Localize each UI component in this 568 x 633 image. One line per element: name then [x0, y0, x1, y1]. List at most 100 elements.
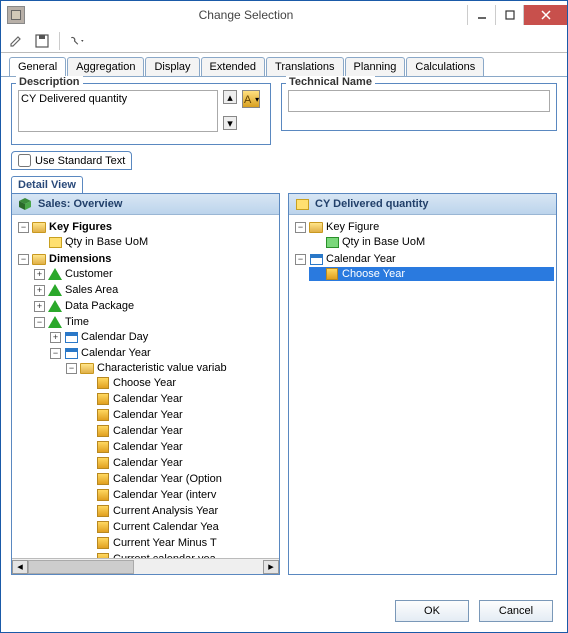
tab-strip: General Aggregation Display Extended Tra…	[1, 53, 567, 76]
date-icon	[65, 348, 78, 359]
tree-node-variable[interactable]: Calendar Year (Option	[113, 473, 222, 485]
source-pane-title: Sales: Overview	[38, 198, 122, 210]
tab-calculations[interactable]: Calculations	[406, 57, 484, 76]
ok-label: OK	[424, 605, 440, 617]
edit-icon[interactable]	[7, 32, 25, 50]
use-standard-text-checkbox[interactable]	[18, 154, 31, 167]
tree-node-time[interactable]: Time	[65, 316, 89, 328]
collapse-icon[interactable]: −	[66, 363, 77, 374]
tree-node-variable[interactable]: Choose Year	[113, 377, 176, 389]
selected-node[interactable]: Choose Year	[309, 267, 554, 281]
ok-button[interactable]: OK	[395, 600, 469, 622]
tab-label: Aggregation	[76, 61, 135, 73]
collapse-icon[interactable]: −	[295, 254, 306, 265]
tab-label: Display	[154, 61, 190, 73]
use-standard-text-toggle[interactable]: Use Standard Text	[11, 151, 132, 170]
tree-node-variable[interactable]: Calendar Year	[113, 441, 183, 453]
tab-translations[interactable]: Translations	[266, 57, 344, 76]
collapse-icon[interactable]: −	[50, 348, 61, 359]
tree-node-variable[interactable]: Calendar Year	[113, 409, 183, 421]
cancel-button[interactable]: Cancel	[479, 600, 553, 622]
tree-node-calendar-day[interactable]: Calendar Day	[81, 331, 148, 343]
tab-extended[interactable]: Extended	[201, 57, 265, 76]
save-icon[interactable]	[33, 32, 51, 50]
window-title: Change Selection	[25, 8, 467, 22]
source-tree[interactable]: − Key Figures Qty in Base UoM − Dimensions…	[12, 215, 279, 558]
detail-view-label: Detail View	[11, 176, 83, 193]
collapse-icon[interactable]: −	[295, 222, 306, 233]
date-icon	[65, 332, 78, 343]
technical-name-label: Technical Name	[286, 76, 375, 88]
toolbar	[1, 29, 567, 53]
scroll-track[interactable]	[28, 560, 263, 574]
variable-icon	[97, 457, 109, 469]
tree-node-qty[interactable]: Qty in Base UoM	[65, 236, 148, 248]
tab-label: Calculations	[415, 61, 475, 73]
tree-node-variable[interactable]: Current Analysis Year	[113, 505, 218, 517]
text-helper-button[interactable]: A▾	[242, 90, 260, 108]
scroll-right-icon[interactable]: ▸	[263, 560, 279, 574]
expand-icon[interactable]: +	[50, 332, 61, 343]
expand-icon[interactable]: +	[34, 301, 45, 312]
source-pane-header: Sales: Overview	[12, 194, 279, 215]
tree-node-variable[interactable]: Current Year Minus T	[113, 537, 217, 549]
dimension-icon	[48, 284, 62, 296]
tree-node-variable[interactable]: Calendar Year	[113, 393, 183, 405]
tree-node-variable[interactable]: Calendar Year	[113, 457, 183, 469]
description-label: Description	[16, 76, 83, 88]
tree-node-customer[interactable]: Customer	[65, 268, 113, 280]
variable-icon	[97, 393, 109, 405]
tree-node-char-var[interactable]: Characteristic value variab	[97, 362, 227, 374]
variable-icon	[97, 489, 109, 501]
folder-icon	[80, 363, 94, 374]
tree-node-variable[interactable]: Current Calendar Yea	[113, 521, 219, 533]
expand-icon[interactable]: +	[34, 269, 45, 280]
collapse-icon[interactable]: −	[18, 254, 29, 265]
tab-display[interactable]: Display	[145, 57, 199, 76]
tree-node-variable[interactable]: Calendar Year (interv	[113, 489, 216, 501]
tree-node-variable[interactable]: Current calendar yea	[113, 553, 216, 558]
tab-planning[interactable]: Planning	[345, 57, 406, 76]
close-button[interactable]	[523, 5, 567, 25]
svg-text:A: A	[244, 94, 252, 105]
horizontal-scrollbar[interactable]: ◂ ▸	[12, 558, 279, 574]
tree-node-variable[interactable]: Calendar Year	[113, 425, 183, 437]
expand-icon[interactable]: +	[34, 285, 45, 296]
tree-node-data-package[interactable]: Data Package	[65, 300, 134, 312]
wrench-dropdown-icon[interactable]	[68, 32, 86, 50]
maximize-button[interactable]	[495, 5, 523, 25]
tree-node-key-figure[interactable]: Key Figure	[326, 221, 379, 233]
selection-pane-header: CY Delivered quantity	[289, 194, 556, 215]
toolbar-separator	[59, 32, 60, 50]
collapse-icon[interactable]: −	[34, 317, 45, 328]
tree-node-qty[interactable]: Qty in Base UoM	[342, 236, 425, 248]
variable-icon	[97, 409, 109, 421]
tree-node-key-figures[interactable]: Key Figures	[49, 221, 112, 233]
folder-icon	[32, 222, 46, 233]
tree-node-dimensions[interactable]: Dimensions	[49, 253, 111, 265]
tab-label: Translations	[275, 61, 335, 73]
tree-node-sales-area[interactable]: Sales Area	[65, 284, 118, 296]
collapse-icon[interactable]: −	[18, 222, 29, 233]
date-icon	[310, 254, 323, 265]
folder-icon	[32, 254, 46, 265]
tab-aggregation[interactable]: Aggregation	[67, 57, 144, 76]
dimension-icon	[48, 268, 62, 280]
use-standard-text-label: Use Standard Text	[35, 155, 125, 167]
variable-icon	[326, 268, 338, 280]
description-input[interactable]: CY Delivered quantity	[18, 90, 218, 132]
scroll-left-icon[interactable]: ◂	[12, 560, 28, 574]
selection-pane-title: CY Delivered quantity	[315, 198, 429, 210]
tree-node-calendar-year[interactable]: Calendar Year	[81, 347, 151, 359]
scroll-up-icon[interactable]: ▴	[223, 90, 237, 104]
variable-icon	[97, 521, 109, 533]
tree-node-calendar-year[interactable]: Calendar Year	[326, 253, 396, 265]
technical-name-input[interactable]	[288, 90, 550, 112]
key-figure-icon	[326, 237, 339, 248]
scroll-down-icon[interactable]: ▾	[223, 116, 237, 130]
tab-general[interactable]: General	[9, 57, 66, 76]
minimize-button[interactable]	[467, 5, 495, 25]
scroll-thumb[interactable]	[28, 560, 134, 574]
tab-label: Extended	[210, 61, 256, 73]
selection-tree[interactable]: − Key Figure Qty in Base UoM − Calendar Ye…	[289, 215, 556, 574]
